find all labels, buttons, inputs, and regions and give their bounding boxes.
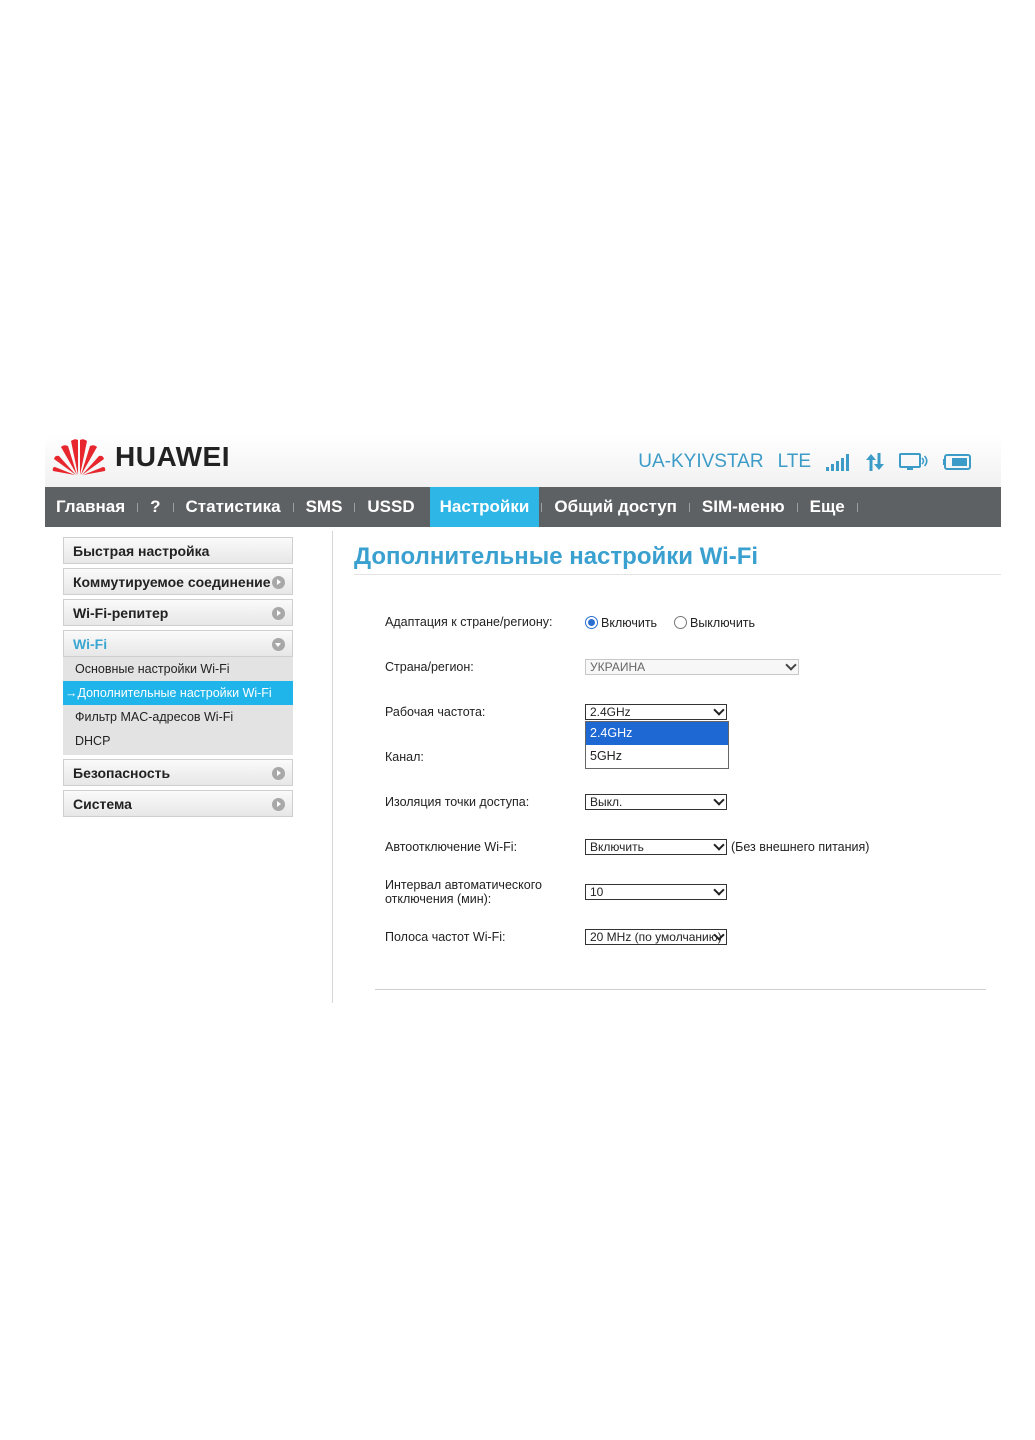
radio-label-off[interactable]: Выключить — [690, 616, 755, 630]
expand-arrow-icon — [272, 798, 285, 811]
interval-label: Интервал автоматического отключения (мин… — [385, 878, 542, 906]
brand-name: HUAWEI — [115, 441, 230, 472]
nav-separator — [137, 502, 139, 512]
nav-separator — [354, 502, 356, 512]
isolation-value: Выкл. — [590, 795, 623, 809]
nav-separator — [292, 502, 294, 512]
chevron-down-icon — [713, 794, 725, 806]
submenu-wifi-advanced[interactable]: → Дополнительные настройки Wi-Fi — [63, 681, 293, 705]
signal-icon — [826, 454, 849, 471]
sidebar-item-dialup[interactable]: Коммутируемое соединение — [63, 568, 293, 595]
nav-statistics[interactable]: Статистика — [176, 487, 291, 527]
country-adapt-label: Адаптация к стране/региону: — [385, 615, 553, 629]
nav-sim-menu[interactable]: SIM-меню — [692, 487, 795, 527]
nav-sms[interactable]: SMS — [296, 487, 353, 527]
sidebar-item-label: Система — [73, 795, 132, 812]
frequency-dropdown-list: 2.4GHz 5GHz — [585, 721, 729, 769]
nav-ussd[interactable]: USSD — [357, 487, 424, 527]
country-adapt-on-radio[interactable] — [585, 616, 598, 629]
wifi-submenu: Основные настройки Wi-Fi → Дополнительны… — [63, 657, 293, 755]
collapse-arrow-icon — [272, 638, 285, 651]
huawei-logo — [52, 439, 106, 475]
submenu-wifi-basic[interactable]: Основные настройки Wi-Fi — [63, 657, 293, 681]
sidebar-item-label: Wi-Fi — [73, 635, 108, 652]
autooff-select[interactable]: Включить — [585, 839, 727, 855]
frequency-value: 2.4GHz — [590, 705, 631, 719]
channel-label: Канал: — [385, 750, 424, 764]
nav-separator — [172, 502, 174, 512]
header: HUAWEI UA-KYIVSTAR LTE — [45, 435, 1001, 487]
sidebar-item-system[interactable]: Система — [63, 790, 293, 817]
submenu-label: Дополнительные настройки Wi-Fi — [77, 686, 272, 700]
nav-home[interactable]: Главная — [45, 487, 135, 527]
interval-select[interactable]: 10 — [585, 884, 727, 900]
bandwidth-select[interactable]: 20 MHz (по умолчанию) — [585, 929, 727, 945]
sidebar-item-security[interactable]: Безопасность — [63, 759, 293, 786]
nav-sharing[interactable]: Общий доступ — [544, 487, 687, 527]
sidebar: Быстрая настройка Коммутируемое соединен… — [63, 537, 293, 821]
nav-separator — [541, 502, 543, 512]
status-bar: UA-KYIVSTAR LTE — [638, 451, 973, 473]
autooff-label: Автоотключение Wi-Fi: — [385, 840, 518, 854]
sidebar-item-quick-setup[interactable]: Быстрая настройка — [63, 537, 293, 564]
interval-value: 10 — [590, 885, 604, 899]
network-type: LTE — [777, 451, 811, 472]
chevron-down-icon — [713, 884, 725, 896]
country-adapt-off-radio[interactable] — [673, 616, 687, 629]
bandwidth-value: 20 MHz (по умолчанию) — [590, 930, 722, 944]
autooff-note: (Без внешнего питания) — [731, 840, 870, 854]
frequency-option-2-4ghz[interactable]: 2.4GHz — [586, 722, 728, 745]
chevron-down-icon — [785, 659, 797, 671]
sidebar-item-label: Безопасность — [73, 764, 171, 781]
chevron-down-icon — [713, 839, 725, 851]
country-label: Страна/регион: — [385, 660, 474, 674]
title-divider — [354, 574, 1001, 575]
chevron-down-icon — [713, 704, 725, 716]
router-web-ui: HUAWEI UA-KYIVSTAR LTE Главная ? Статист… — [45, 435, 1001, 1005]
isolation-label: Изоляция точки доступа: — [385, 795, 530, 809]
country-adapt-radios: Включить Выключить — [585, 614, 755, 632]
isolation-select[interactable]: Выкл. — [585, 794, 727, 810]
interval-label-line1: Интервал автоматического — [385, 878, 542, 892]
radio-label-on[interactable]: Включить — [601, 616, 657, 630]
autooff-value: Включить — [590, 840, 644, 854]
main-nav: Главная ? Статистика SMS USSD Настройки … — [45, 487, 1001, 527]
bandwidth-label: Полоса частот Wi-Fi: — [385, 930, 506, 944]
nav-settings[interactable]: Настройки — [429, 487, 540, 527]
expand-arrow-icon — [272, 767, 285, 780]
nav-separator — [856, 502, 858, 512]
nav-more[interactable]: Еще — [800, 487, 855, 527]
submenu-wifi-mac-filter[interactable]: Фильтр MAC-адресов Wi-Fi — [63, 705, 293, 729]
data-transfer-icon — [866, 453, 884, 471]
submenu-dhcp[interactable]: DHCP — [63, 729, 293, 753]
nav-separator — [688, 502, 690, 512]
interval-label-line2: отключения (мин): — [385, 892, 492, 906]
frequency-option-5ghz[interactable]: 5GHz — [586, 745, 728, 768]
expand-arrow-icon — [272, 576, 285, 589]
nav-help[interactable]: ? — [140, 487, 170, 527]
operator-name: UA-KYIVSTAR — [638, 451, 764, 472]
sidebar-item-label: Wi-Fi-репитер — [73, 604, 169, 621]
monitor-wifi-icon — [899, 453, 928, 470]
battery-icon — [943, 454, 971, 470]
sidebar-item-wifi-repeater[interactable]: Wi-Fi-репитер — [63, 599, 293, 626]
country-value: УКРАИНА — [590, 660, 646, 674]
nav-separator — [796, 502, 798, 512]
active-arrow-icon: → — [65, 686, 78, 700]
column-divider — [332, 531, 333, 1003]
country-select[interactable]: УКРАИНА — [585, 659, 799, 675]
sidebar-item-label: Быстрая настройка — [73, 542, 210, 559]
page-title: Дополнительные настройки Wi-Fi — [354, 543, 759, 570]
sidebar-item-wifi[interactable]: Wi-Fi — [63, 630, 293, 657]
sidebar-item-label: Коммутируемое соединение — [73, 573, 271, 590]
frequency-select[interactable]: 2.4GHz — [585, 704, 727, 720]
frequency-label: Рабочая частота: — [385, 705, 486, 719]
footer-divider — [375, 989, 986, 990]
expand-arrow-icon — [272, 607, 285, 620]
